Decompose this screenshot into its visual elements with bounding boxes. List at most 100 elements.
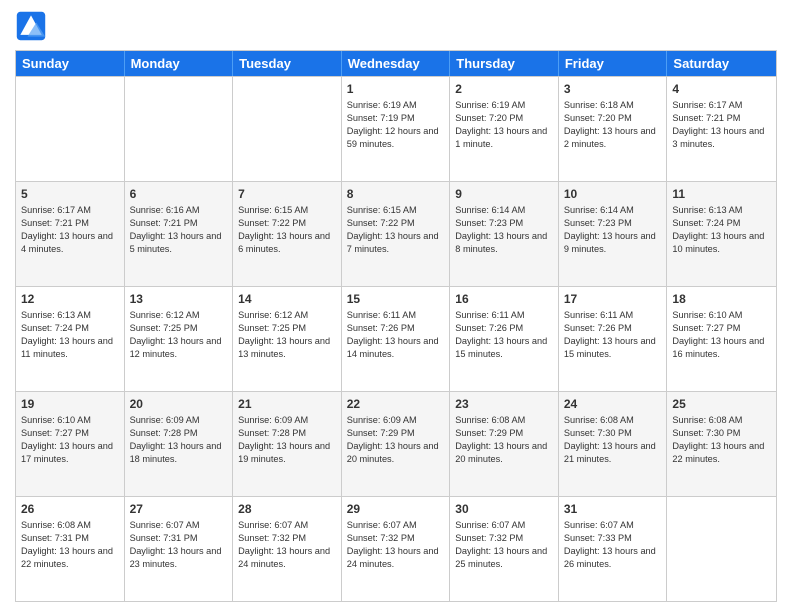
cell-info: Sunrise: 6:10 AMSunset: 7:27 PMDaylight:… <box>672 309 771 361</box>
cal-cell-0-2 <box>233 77 342 181</box>
day-number: 14 <box>238 291 336 307</box>
day-number: 9 <box>455 186 553 202</box>
header <box>15 10 777 42</box>
cal-cell-0-3: 1 Sunrise: 6:19 AMSunset: 7:19 PMDaylight… <box>342 77 451 181</box>
cell-info: Sunrise: 6:19 AMSunset: 7:20 PMDaylight:… <box>455 99 553 151</box>
day-number: 25 <box>672 396 771 412</box>
cal-cell-2-4: 16 Sunrise: 6:11 AMSunset: 7:26 PMDayligh… <box>450 287 559 391</box>
cell-info: Sunrise: 6:07 AMSunset: 7:32 PMDaylight:… <box>347 519 445 571</box>
cal-cell-4-1: 27 Sunrise: 6:07 AMSunset: 7:31 PMDayligh… <box>125 497 234 601</box>
cal-cell-0-1 <box>125 77 234 181</box>
day-number: 22 <box>347 396 445 412</box>
cell-info: Sunrise: 6:07 AMSunset: 7:31 PMDaylight:… <box>130 519 228 571</box>
cal-cell-1-1: 6 Sunrise: 6:16 AMSunset: 7:21 PMDaylight… <box>125 182 234 286</box>
day-number: 1 <box>347 81 445 97</box>
cell-info: Sunrise: 6:07 AMSunset: 7:32 PMDaylight:… <box>455 519 553 571</box>
day-number: 24 <box>564 396 662 412</box>
cell-info: Sunrise: 6:18 AMSunset: 7:20 PMDaylight:… <box>564 99 662 151</box>
cal-cell-1-0: 5 Sunrise: 6:17 AMSunset: 7:21 PMDaylight… <box>16 182 125 286</box>
weekday-header-friday: Friday <box>559 51 668 76</box>
cal-cell-3-4: 23Sunrise: 6:08 AMSunset: 7:29 PMDayligh… <box>450 392 559 496</box>
cal-cell-2-3: 15 Sunrise: 6:11 AMSunset: 7:26 PMDayligh… <box>342 287 451 391</box>
cell-info: Sunrise: 6:09 AMSunset: 7:28 PMDaylight:… <box>238 414 336 466</box>
day-number: 2 <box>455 81 553 97</box>
cell-info: Sunrise: 6:15 AMSunset: 7:22 PMDaylight:… <box>238 204 336 256</box>
cell-info: Sunrise: 6:08 AMSunset: 7:31 PMDaylight:… <box>21 519 119 571</box>
day-number: 5 <box>21 186 119 202</box>
cal-cell-4-4: 30 Sunrise: 6:07 AMSunset: 7:32 PMDayligh… <box>450 497 559 601</box>
day-number: 10 <box>564 186 662 202</box>
cell-info: Sunrise: 6:11 AMSunset: 7:26 PMDaylight:… <box>455 309 553 361</box>
cal-cell-0-6: 4 Sunrise: 6:17 AMSunset: 7:21 PMDaylight… <box>667 77 776 181</box>
day-number: 26 <box>21 501 119 517</box>
cal-cell-1-6: 11 Sunrise: 6:13 AMSunset: 7:24 PMDayligh… <box>667 182 776 286</box>
day-number: 8 <box>347 186 445 202</box>
cal-cell-1-3: 8Sunrise: 6:15 AMSunset: 7:22 PMDaylight… <box>342 182 451 286</box>
calendar-body: 1 Sunrise: 6:19 AMSunset: 7:19 PMDaylight… <box>16 76 776 601</box>
day-number: 6 <box>130 186 228 202</box>
calendar-header-row: SundayMondayTuesdayWednesdayThursdayFrid… <box>16 51 776 76</box>
cal-cell-3-1: 20Sunrise: 6:09 AMSunset: 7:28 PMDayligh… <box>125 392 234 496</box>
day-number: 7 <box>238 186 336 202</box>
logo-icon <box>15 10 47 42</box>
cell-info: Sunrise: 6:07 AMSunset: 7:32 PMDaylight:… <box>238 519 336 571</box>
day-number: 18 <box>672 291 771 307</box>
cal-cell-0-5: 3Sunrise: 6:18 AMSunset: 7:20 PMDaylight… <box>559 77 668 181</box>
cell-info: Sunrise: 6:08 AMSunset: 7:30 PMDaylight:… <box>564 414 662 466</box>
cal-cell-2-1: 13 Sunrise: 6:12 AMSunset: 7:25 PMDayligh… <box>125 287 234 391</box>
cal-cell-2-5: 17Sunrise: 6:11 AMSunset: 7:26 PMDayligh… <box>559 287 668 391</box>
cal-cell-3-2: 21 Sunrise: 6:09 AMSunset: 7:28 PMDayligh… <box>233 392 342 496</box>
day-number: 27 <box>130 501 228 517</box>
weekday-header-thursday: Thursday <box>450 51 559 76</box>
weekday-header-tuesday: Tuesday <box>233 51 342 76</box>
cell-info: Sunrise: 6:17 AMSunset: 7:21 PMDaylight:… <box>672 99 771 151</box>
calendar-row-3: 12 Sunrise: 6:13 AMSunset: 7:24 PMDayligh… <box>16 286 776 391</box>
cell-info: Sunrise: 6:13 AMSunset: 7:24 PMDaylight:… <box>672 204 771 256</box>
day-number: 11 <box>672 186 771 202</box>
weekday-header-sunday: Sunday <box>16 51 125 76</box>
cal-cell-2-0: 12 Sunrise: 6:13 AMSunset: 7:24 PMDayligh… <box>16 287 125 391</box>
cell-info: Sunrise: 6:13 AMSunset: 7:24 PMDaylight:… <box>21 309 119 361</box>
day-number: 12 <box>21 291 119 307</box>
cal-cell-1-4: 9 Sunrise: 6:14 AMSunset: 7:23 PMDaylight… <box>450 182 559 286</box>
day-number: 15 <box>347 291 445 307</box>
cell-info: Sunrise: 6:19 AMSunset: 7:19 PMDaylight:… <box>347 99 445 151</box>
cal-cell-2-2: 14 Sunrise: 6:12 AMSunset: 7:25 PMDayligh… <box>233 287 342 391</box>
cal-cell-4-5: 31Sunrise: 6:07 AMSunset: 7:33 PMDayligh… <box>559 497 668 601</box>
cell-info: Sunrise: 6:11 AMSunset: 7:26 PMDaylight:… <box>347 309 445 361</box>
cal-cell-4-0: 26 Sunrise: 6:08 AMSunset: 7:31 PMDayligh… <box>16 497 125 601</box>
cal-cell-1-5: 10 Sunrise: 6:14 AMSunset: 7:23 PMDayligh… <box>559 182 668 286</box>
weekday-header-saturday: Saturday <box>667 51 776 76</box>
day-number: 16 <box>455 291 553 307</box>
cell-info: Sunrise: 6:14 AMSunset: 7:23 PMDaylight:… <box>455 204 553 256</box>
cell-info: Sunrise: 6:12 AMSunset: 7:25 PMDaylight:… <box>238 309 336 361</box>
cell-info: Sunrise: 6:17 AMSunset: 7:21 PMDaylight:… <box>21 204 119 256</box>
cell-info: Sunrise: 6:14 AMSunset: 7:23 PMDaylight:… <box>564 204 662 256</box>
cell-info: Sunrise: 6:12 AMSunset: 7:25 PMDaylight:… <box>130 309 228 361</box>
cell-info: Sunrise: 6:16 AMSunset: 7:21 PMDaylight:… <box>130 204 228 256</box>
cal-cell-3-0: 19Sunrise: 6:10 AMSunset: 7:27 PMDayligh… <box>16 392 125 496</box>
cell-info: Sunrise: 6:09 AMSunset: 7:29 PMDaylight:… <box>347 414 445 466</box>
cal-cell-3-5: 24 Sunrise: 6:08 AMSunset: 7:30 PMDayligh… <box>559 392 668 496</box>
cell-info: Sunrise: 6:11 AMSunset: 7:26 PMDaylight:… <box>564 309 662 361</box>
day-number: 21 <box>238 396 336 412</box>
weekday-header-monday: Monday <box>125 51 234 76</box>
day-number: 13 <box>130 291 228 307</box>
calendar-row-2: 5 Sunrise: 6:17 AMSunset: 7:21 PMDaylight… <box>16 181 776 286</box>
day-number: 29 <box>347 501 445 517</box>
cal-cell-2-6: 18 Sunrise: 6:10 AMSunset: 7:27 PMDayligh… <box>667 287 776 391</box>
calendar-row-4: 19Sunrise: 6:10 AMSunset: 7:27 PMDayligh… <box>16 391 776 496</box>
cell-info: Sunrise: 6:08 AMSunset: 7:30 PMDaylight:… <box>672 414 771 466</box>
day-number: 20 <box>130 396 228 412</box>
day-number: 30 <box>455 501 553 517</box>
cal-cell-3-6: 25 Sunrise: 6:08 AMSunset: 7:30 PMDayligh… <box>667 392 776 496</box>
cal-cell-4-2: 28Sunrise: 6:07 AMSunset: 7:32 PMDayligh… <box>233 497 342 601</box>
cal-cell-1-2: 7 Sunrise: 6:15 AMSunset: 7:22 PMDaylight… <box>233 182 342 286</box>
cal-cell-4-3: 29 Sunrise: 6:07 AMSunset: 7:32 PMDayligh… <box>342 497 451 601</box>
day-number: 19 <box>21 396 119 412</box>
cell-info: Sunrise: 6:07 AMSunset: 7:33 PMDaylight:… <box>564 519 662 571</box>
logo <box>15 10 51 42</box>
cal-cell-0-4: 2 Sunrise: 6:19 AMSunset: 7:20 PMDaylight… <box>450 77 559 181</box>
day-number: 4 <box>672 81 771 97</box>
calendar-row-5: 26 Sunrise: 6:08 AMSunset: 7:31 PMDayligh… <box>16 496 776 601</box>
